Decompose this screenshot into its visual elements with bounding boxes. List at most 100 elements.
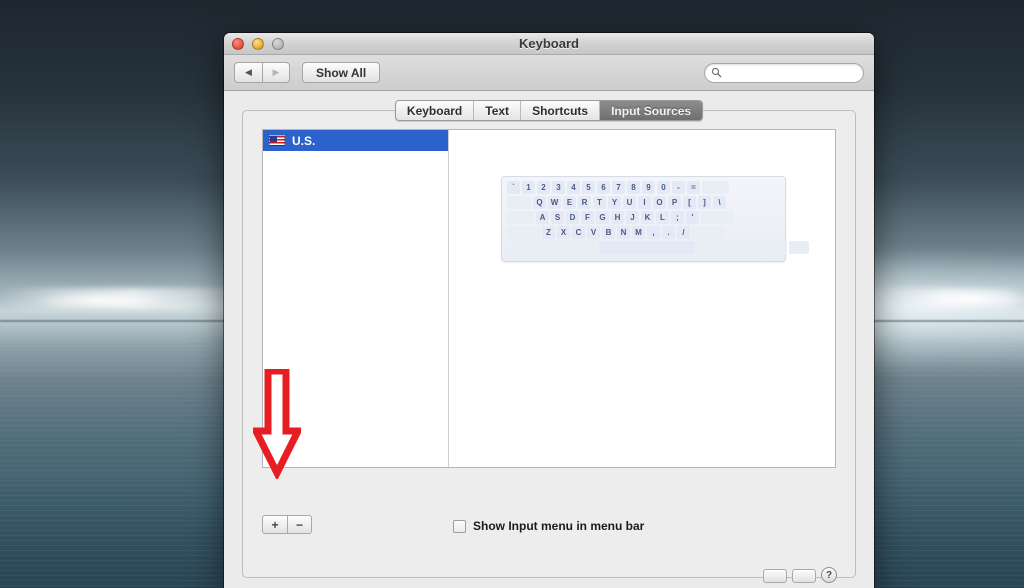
key: 6 [597,181,610,194]
key: H [611,211,624,224]
key: G [596,211,609,224]
key: S [551,211,564,224]
key: K [641,211,654,224]
key: ` [507,181,520,194]
key-return [701,211,734,224]
preference-tab-bar: Keyboard Text Shortcuts Input Sources [224,100,874,121]
key: 3 [552,181,565,194]
cloud-left [30,292,170,306]
input-source-label: U.S. [292,133,316,148]
tab-text[interactable]: Text [474,101,522,120]
key: N [617,226,630,239]
tab-keyboard[interactable]: Keyboard [396,101,475,120]
help-button[interactable]: ? [821,567,837,583]
key-tab [507,196,531,209]
key: 1 [522,181,535,194]
key: 0 [657,181,670,194]
key: Q [533,196,546,209]
key: B [602,226,615,239]
key: ; [671,211,684,224]
key: \ [713,196,726,209]
key: D [566,211,579,224]
show-input-menu-checkbox-row[interactable]: Show Input menu in menu bar [453,519,644,533]
window-toolbar: ◀ ▶ Show All [224,55,874,91]
back-button[interactable]: ◀ [234,62,262,83]
key: [ [683,196,696,209]
key: X [557,226,570,239]
edge-button-one[interactable] [763,569,787,583]
preferences-content-box: U.S. ` 1 2 3 4 5 6 7 8 9 0 - = Q W E R T… [242,110,856,583]
keyboard-layout-preview: ` 1 2 3 4 5 6 7 8 9 0 - = Q W E R T Y U … [501,176,809,262]
keyboard-row-modifiers [507,241,809,254]
key: O [653,196,666,209]
tab-input-sources[interactable]: Input Sources [600,101,703,120]
key: / [677,226,690,239]
key: 7 [612,181,625,194]
key: L [656,211,669,224]
keyboard-preferences-window: Keyboard ◀ ▶ Show All U.S. ` 1 2 3 4 5 6… [224,33,874,588]
window-body: U.S. ` 1 2 3 4 5 6 7 8 9 0 - = Q W E R T… [224,91,874,588]
cloud-right [905,288,1024,306]
key-arrow-right [789,241,809,254]
add-input-source-button[interactable]: + [262,515,287,534]
key: , [647,226,660,239]
key: 9 [642,181,655,194]
key: 8 [627,181,640,194]
zoom-window-button [272,38,284,50]
key: R [578,196,591,209]
key: I [638,196,651,209]
key-command-left [573,241,597,254]
input-sources-list[interactable]: U.S. [263,130,449,467]
key: F [581,211,594,224]
key-space [599,241,695,254]
window-bottom-edge-widgets: ? [763,567,837,583]
key: T [593,196,606,209]
key: J [626,211,639,224]
key-shift-right [692,226,725,239]
list-item[interactable]: U.S. [263,130,448,151]
key: - [672,181,685,194]
search-container [704,62,864,83]
show-all-button[interactable]: Show All [302,62,381,83]
keyboard-row-qwerty: Q W E R T Y U I O P [ ] \ [507,196,780,209]
key: 2 [537,181,550,194]
edge-button-two[interactable] [792,569,816,583]
search-input[interactable] [704,62,864,83]
key-option-left [551,241,571,254]
key: . [662,226,675,239]
key-fn [507,241,527,254]
add-remove-button-group: + − [262,515,312,534]
key: Z [542,226,555,239]
key: M [632,226,645,239]
window-titlebar[interactable]: Keyboard [224,33,874,55]
show-input-menu-label: Show Input menu in menu bar [473,519,645,533]
forward-button[interactable]: ▶ [262,62,290,83]
key-arrow-updown [767,241,787,254]
key: ' [686,211,699,224]
traffic-light-group [232,38,284,50]
window-title: Keyboard [519,36,579,51]
key-delete [702,181,729,194]
tab-group: Keyboard Text Shortcuts Input Sources [394,100,704,121]
keyboard-row-bottom-letters: Z X C V B N M , . / [507,226,780,239]
key: W [548,196,561,209]
key: U [623,196,636,209]
key-capslock [507,211,534,224]
key: E [563,196,576,209]
us-flag-icon [269,135,285,146]
key-shift-left [507,226,540,239]
key: = [687,181,700,194]
remove-input-source-button[interactable]: − [287,515,312,534]
key: C [572,226,585,239]
tab-shortcuts[interactable]: Shortcuts [521,101,601,120]
input-sources-splitview: U.S. ` 1 2 3 4 5 6 7 8 9 0 - = Q W E R T… [262,129,836,468]
key: P [668,196,681,209]
key: 5 [582,181,595,194]
navigation-button-group: ◀ ▶ [234,62,290,83]
keyboard-row-home: A S D F G H J K L ; ' [507,211,780,224]
key: V [587,226,600,239]
key: 4 [567,181,580,194]
close-window-button[interactable] [232,38,244,50]
minimize-window-button[interactable] [252,38,264,50]
show-input-menu-checkbox[interactable] [453,519,466,533]
